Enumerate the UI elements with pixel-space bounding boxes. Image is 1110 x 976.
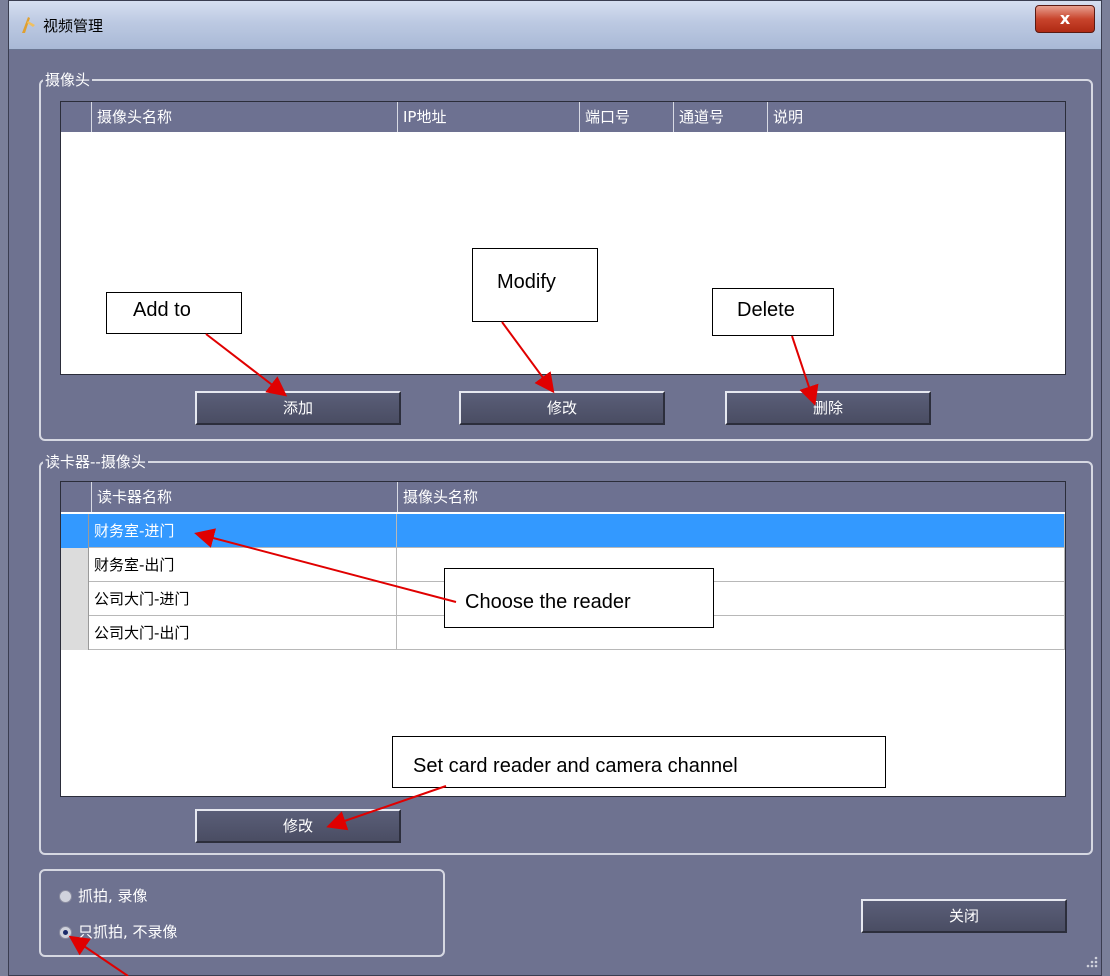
camera-col-description[interactable]: 说明 (767, 102, 1065, 132)
close-button[interactable]: 关闭 (861, 899, 1067, 933)
reader-camera-group-label: 读卡器--摄像头 (43, 451, 148, 472)
reader-col-name[interactable]: 读卡器名称 (91, 482, 397, 512)
reader-name-cell: 财务室-出门 (89, 548, 397, 582)
reader-name-cell: 财务室-进门 (89, 514, 397, 548)
app-icon (22, 17, 35, 33)
delete-camera-button[interactable]: 删除 (725, 391, 931, 425)
reader-name-cell: 公司大门-出门 (89, 616, 397, 650)
callout-modify: Modify (472, 248, 598, 322)
mode-option-snapshot-record[interactable]: 抓拍, 录像 (59, 885, 148, 906)
reader-list-header: 读卡器名称 摄像头名称 (61, 482, 1065, 512)
reader-header-gutter (61, 482, 91, 512)
row-selector[interactable] (61, 616, 89, 650)
row-selector[interactable] (61, 582, 89, 616)
reader-row[interactable]: 财务室-进门 (61, 514, 1065, 548)
callout-delete: Delete (712, 288, 834, 336)
modify-camera-button[interactable]: 修改 (459, 391, 665, 425)
row-selector[interactable] (61, 514, 89, 548)
callout-choose-reader: Choose the reader (444, 568, 714, 628)
mode-option-label: 抓拍, 录像 (78, 887, 148, 905)
callout-set-channel: Set card reader and camera channel (392, 736, 886, 788)
add-camera-button[interactable]: 添加 (195, 391, 401, 425)
camera-col-port[interactable]: 端口号 (579, 102, 673, 132)
window-title: 视频管理 (43, 17, 104, 35)
video-management-window: 视频管理 x 摄像头 摄像头名称 IP地址 端口号 通道号 说明 添加 修改 删… (8, 0, 1102, 976)
camera-header-gutter (61, 102, 91, 132)
title-bar: 视频管理 x (9, 1, 1101, 50)
modify-reader-camera-button[interactable]: 修改 (195, 809, 401, 843)
mode-option-snapshot-only[interactable]: 只抓拍, 不录像 (59, 921, 178, 942)
row-selector[interactable] (61, 548, 89, 582)
reader-col-camera[interactable]: 摄像头名称 (397, 482, 1065, 512)
radio-checked-icon[interactable] (59, 926, 72, 939)
reader-name-cell: 公司大门-进门 (89, 582, 397, 616)
camera-list-header: 摄像头名称 IP地址 端口号 通道号 说明 (61, 102, 1065, 132)
window-close-button[interactable]: x (1035, 5, 1095, 33)
callout-add-to: Add to (106, 292, 242, 334)
radio-icon[interactable] (59, 890, 72, 903)
camera-col-name[interactable]: 摄像头名称 (91, 102, 397, 132)
camera-col-ip[interactable]: IP地址 (397, 102, 579, 132)
camera-group-label: 摄像头 (43, 69, 93, 90)
resize-grip-icon[interactable] (1083, 953, 1099, 969)
capture-mode-group (39, 869, 445, 957)
mode-option-label: 只抓拍, 不录像 (78, 923, 178, 941)
camera-name-cell (397, 514, 1065, 548)
camera-col-channel[interactable]: 通道号 (673, 102, 767, 132)
